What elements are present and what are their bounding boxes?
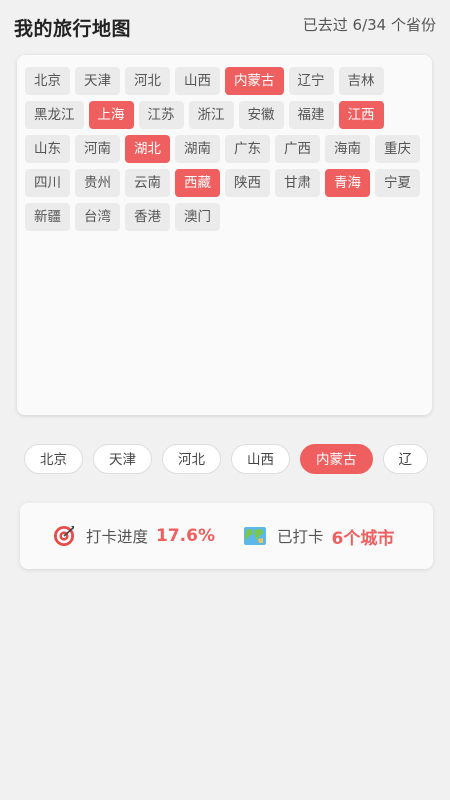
visited-stat: 已打卡 6个城市: [243, 523, 394, 549]
target-icon: [54, 526, 74, 546]
province-tag[interactable]: 澳门: [175, 203, 220, 231]
progress-label: 打卡进度: [86, 528, 149, 546]
province-tag[interactable]: 西藏: [175, 169, 220, 197]
province-chip[interactable]: 山西: [231, 444, 290, 474]
visited-count: 已去过 6/34 个省份: [302, 16, 436, 34]
progress-value: 17.6%: [156, 526, 215, 546]
province-tag[interactable]: 台湾: [75, 203, 120, 231]
province-tag[interactable]: 湖北: [125, 135, 170, 163]
page-title: 我的旅行地图: [14, 18, 132, 40]
province-tag[interactable]: 内蒙古: [225, 67, 284, 95]
province-tag[interactable]: 陕西: [225, 169, 270, 197]
province-tag[interactable]: 黑龙江: [25, 101, 84, 129]
province-chip[interactable]: 河北: [162, 444, 221, 474]
province-tag-list: 北京 天津 河北 山西 内蒙古 辽宁 吉林黑龙江 上海 江苏 浙江 安徽 福建 江西山东 河南 湖北 湖南 广东…: [25, 67, 424, 231]
province-tag[interactable]: 湖南: [175, 135, 220, 163]
province-tag[interactable]: 江苏: [138, 101, 184, 129]
visited-value: 6个城市: [331, 528, 395, 549]
header: 我的旅行地图 已去过 6/34 个省份: [0, 0, 450, 52]
province-tag[interactable]: 海南: [325, 135, 370, 163]
progress-stat: 打卡进度 17.6%: [52, 523, 215, 549]
visited-label: 已打卡: [277, 528, 324, 546]
province-tag[interactable]: 天津: [75, 67, 120, 95]
province-tag[interactable]: 安徽: [238, 101, 284, 129]
province-tag[interactable]: 香港: [125, 203, 170, 231]
province-tag[interactable]: 甘肃: [275, 169, 320, 197]
province-tag[interactable]: 广东: [225, 135, 270, 163]
province-tag[interactable]: 新疆: [25, 203, 70, 231]
province-chip[interactable]: 北京: [24, 444, 83, 474]
province-tag[interactable]: 重庆: [375, 135, 420, 163]
world-map-icon: [244, 527, 266, 545]
province-chip[interactable]: 内蒙古: [300, 444, 373, 474]
province-map-card: 北京 天津 河北 山西 内蒙古 辽宁 吉林黑龙江 上海 江苏 浙江 安徽 福建 江西山东 河南 湖北 湖南 广东…: [17, 55, 432, 415]
province-tag[interactable]: 云南: [125, 169, 170, 197]
province-chip-strip[interactable]: 北京 天津 河北 山西 内蒙古辽: [24, 444, 450, 480]
province-tag[interactable]: 浙江: [188, 101, 234, 129]
province-tag[interactable]: 福建: [288, 101, 334, 129]
province-tag[interactable]: 四川: [25, 169, 70, 197]
province-tag[interactable]: 青海: [325, 169, 370, 197]
province-tag[interactable]: 宁夏: [375, 169, 420, 197]
province-tag[interactable]: 辽宁: [288, 67, 334, 95]
province-tag[interactable]: 北京: [25, 67, 70, 95]
province-chip[interactable]: 辽: [382, 444, 428, 474]
province-tag[interactable]: 吉林: [338, 67, 384, 95]
province-tag[interactable]: 河北: [125, 67, 170, 95]
province-chip[interactable]: 天津: [93, 444, 152, 474]
stats-card: 打卡进度 17.6% 已打卡 6个城市: [20, 503, 433, 569]
province-tag[interactable]: 河南: [75, 135, 120, 163]
province-tag[interactable]: 广西: [275, 135, 320, 163]
province-tag[interactable]: 上海: [88, 101, 134, 129]
province-tag[interactable]: 山西: [175, 67, 220, 95]
province-tag[interactable]: 江西: [338, 101, 384, 129]
province-tag[interactable]: 山东: [25, 135, 70, 163]
province-tag[interactable]: 贵州: [75, 169, 120, 197]
